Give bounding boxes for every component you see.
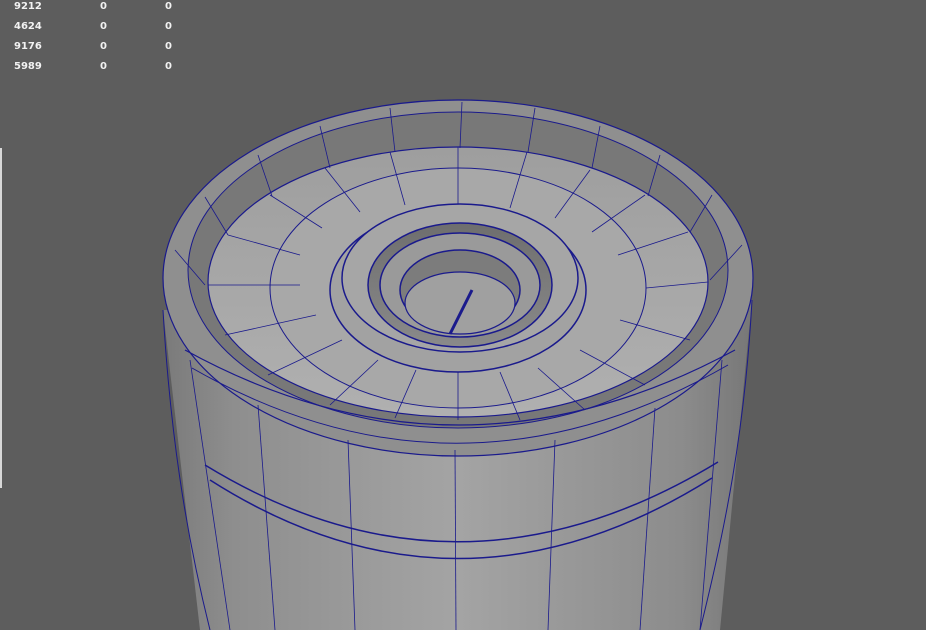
cylinder-mesh[interactable]	[0, 0, 926, 630]
recess-floor	[404, 271, 516, 335]
3d-viewport[interactable]: 9212 0 0 4624 0 0 9176 0 0 5989 0 0	[0, 0, 926, 630]
